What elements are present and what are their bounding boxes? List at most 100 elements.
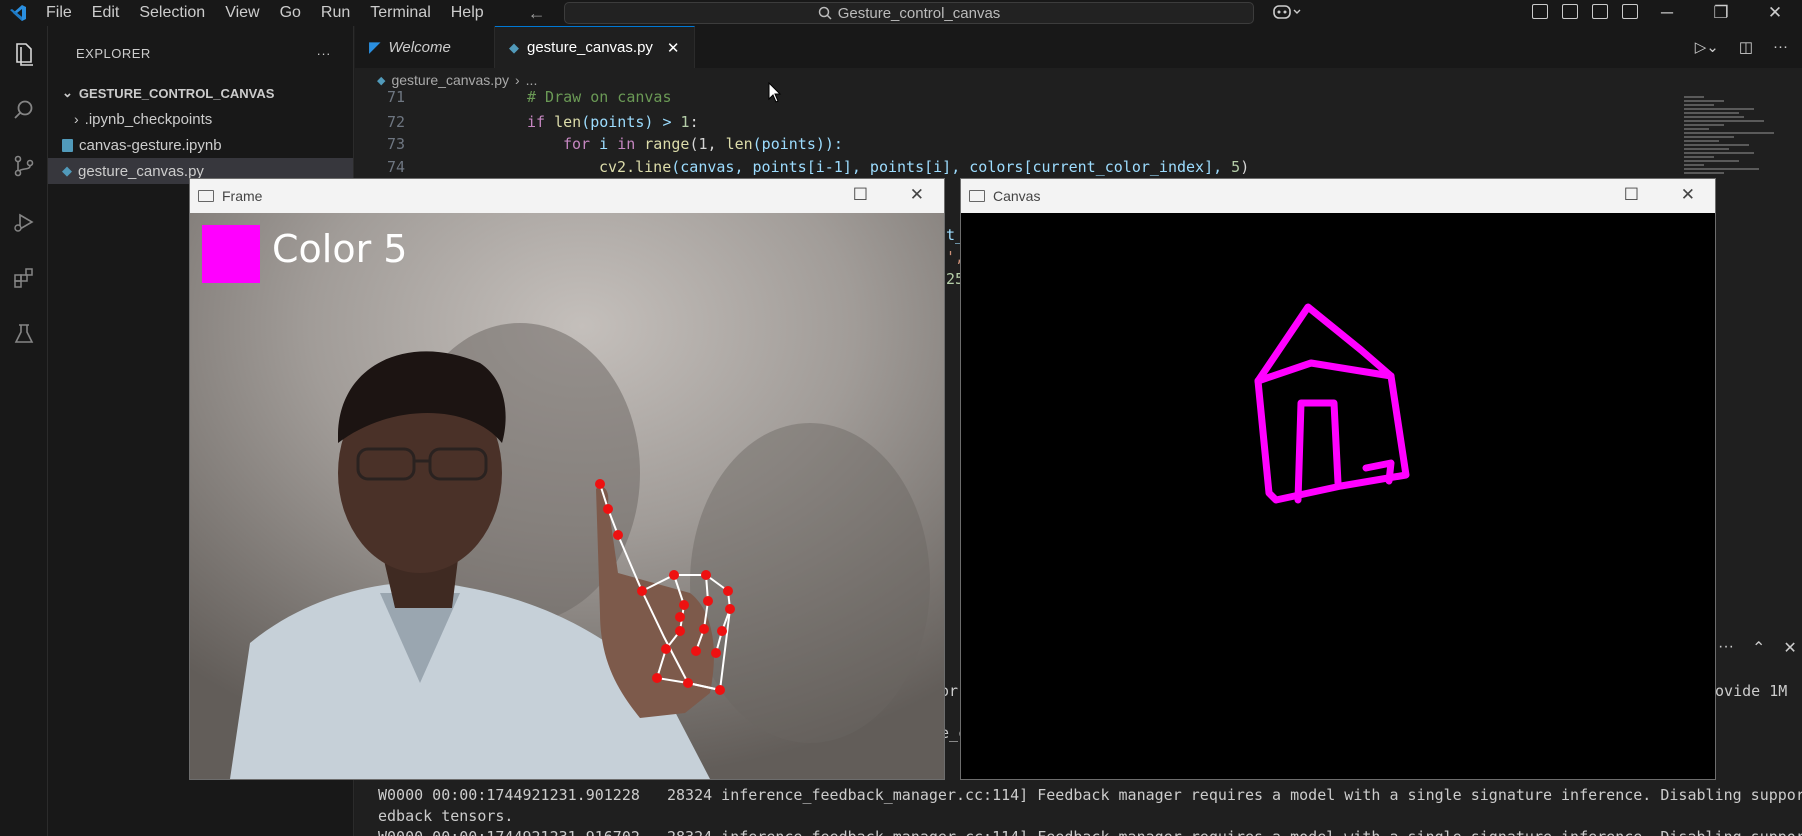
menu-view[interactable]: View bbox=[215, 4, 269, 22]
menu-run[interactable]: Run bbox=[311, 4, 360, 22]
tab-welcome[interactable]: ◤ Welcome bbox=[355, 26, 495, 68]
code-token: 1 bbox=[680, 113, 690, 131]
minimize-icon[interactable]: ─ bbox=[1640, 0, 1694, 26]
frame-window-titlebar[interactable]: Frame ☐ ✕ bbox=[190, 179, 944, 213]
code-line-73[interactable]: 73 for i in range (1, len (points)): bbox=[355, 133, 843, 155]
maximize-panel-icon[interactable]: ⌃ bbox=[1752, 638, 1765, 658]
code-token: (points)): bbox=[752, 135, 843, 153]
layout-controls bbox=[1532, 4, 1638, 19]
breadcrumb-separator: › bbox=[515, 72, 520, 88]
drawing-canvas[interactable] bbox=[961, 213, 1715, 779]
tab-gesture-canvas[interactable]: ◆ gesture_canvas.py ✕ bbox=[495, 26, 695, 68]
toggle-secondary-sidebar-icon[interactable] bbox=[1622, 4, 1638, 19]
more-actions-icon[interactable]: ··· bbox=[317, 46, 332, 61]
tree-item-label: gesture_canvas.py bbox=[78, 162, 204, 180]
canvas-window[interactable]: Canvas ☐ ✕ bbox=[960, 178, 1716, 780]
app-window-icon bbox=[969, 190, 985, 202]
frame-window[interactable]: Frame ☐ ✕ Color 5 bbox=[189, 178, 945, 780]
close-icon[interactable]: ✕ bbox=[1748, 0, 1802, 26]
editor-tabs: ◤ Welcome ◆ gesture_canvas.py ✕ ▷⌄ ◫ ··· bbox=[355, 26, 1802, 68]
more-actions-icon[interactable]: ··· bbox=[1718, 638, 1734, 658]
menu-file[interactable]: File bbox=[36, 4, 82, 22]
code-token: (points) > bbox=[581, 113, 681, 131]
frame-window-title: Frame bbox=[222, 188, 263, 204]
breadcrumb-rest[interactable]: ... bbox=[526, 72, 538, 88]
menu-terminal[interactable]: Terminal bbox=[360, 4, 440, 22]
maximize-icon[interactable]: ☐ bbox=[853, 185, 868, 205]
toggle-panel-icon[interactable] bbox=[1592, 4, 1608, 19]
split-editor-icon[interactable]: ◫ bbox=[1739, 38, 1753, 56]
code-token: for bbox=[563, 135, 591, 153]
code-token: range bbox=[644, 135, 690, 153]
explorer-header: EXPLORER ··· bbox=[48, 26, 353, 80]
webcam-scene bbox=[190, 213, 944, 779]
workspace-folder[interactable]: ⌄ GESTURE_CONTROL_CANVAS bbox=[48, 80, 353, 106]
editor-actions: ▷⌄ ◫ ··· bbox=[1695, 38, 1788, 56]
panel-controls: ··· ⌃ ✕ bbox=[1718, 638, 1797, 658]
menu-selection[interactable]: Selection bbox=[129, 4, 215, 22]
terminal-output-line: W0000 00:00:1744921231.916702 28324 infe… bbox=[378, 828, 1802, 836]
source-control-icon[interactable] bbox=[0, 138, 48, 194]
terminal-fragment: rovide 1M bbox=[1706, 682, 1788, 700]
more-actions-icon[interactable]: ··· bbox=[1773, 38, 1788, 56]
copilot-icon[interactable] bbox=[1272, 3, 1302, 25]
menu-edit[interactable]: Edit bbox=[82, 4, 130, 22]
menu-bar: File Edit Selection View Go Run Terminal… bbox=[36, 4, 494, 22]
code-token: ) bbox=[1240, 158, 1250, 176]
tree-item-canvas-gesture[interactable]: canvas-gesture.ipynb bbox=[48, 132, 353, 158]
search-icon[interactable] bbox=[0, 82, 48, 138]
close-panel-icon[interactable]: ✕ bbox=[1783, 638, 1796, 658]
extensions-icon[interactable] bbox=[0, 250, 48, 306]
code-token: (canvas, points[i-1], points[i], colors[… bbox=[671, 158, 1232, 176]
python-file-icon: ◆ bbox=[62, 163, 72, 178]
breadcrumb-file[interactable]: gesture_canvas.py bbox=[391, 72, 509, 88]
terminal-output-line: edback tensors. bbox=[378, 807, 514, 825]
code-token: len bbox=[725, 135, 753, 153]
activity-bar bbox=[0, 26, 48, 836]
color-swatch bbox=[202, 225, 260, 283]
explorer-icon[interactable] bbox=[0, 26, 48, 82]
tab-label: Welcome bbox=[388, 38, 451, 56]
color-label: Color 5 bbox=[272, 227, 408, 271]
code-token: : bbox=[689, 113, 699, 131]
vscode-logo-icon bbox=[0, 3, 36, 23]
title-bar: File Edit Selection View Go Run Terminal… bbox=[0, 0, 1802, 26]
toggle-primary-sidebar-icon[interactable] bbox=[1562, 4, 1578, 19]
notebook-file-icon bbox=[62, 138, 73, 152]
canvas-window-title: Canvas bbox=[993, 188, 1041, 204]
walls-stroke bbox=[1254, 372, 1410, 504]
maximize-icon[interactable]: ☐ bbox=[1624, 185, 1639, 205]
command-center-search[interactable]: Gesture_control_canvas bbox=[564, 2, 1254, 24]
tab-label: gesture_canvas.py bbox=[527, 39, 653, 56]
restore-icon[interactable]: ❐ bbox=[1694, 0, 1748, 26]
house-drawing bbox=[1254, 303, 1410, 504]
close-tab-icon[interactable]: ✕ bbox=[667, 39, 680, 57]
code-line-72[interactable]: 72 if len (points) > 1 : bbox=[355, 111, 699, 133]
breadcrumb: ◆ gesture_canvas.py › ... bbox=[355, 68, 1802, 92]
python-file-icon: ◆ bbox=[377, 74, 386, 87]
code-line-71[interactable]: 71 # Draw on canvas bbox=[355, 90, 672, 104]
code-comment: # Draw on canvas bbox=[527, 90, 672, 104]
line-number: 72 bbox=[386, 113, 405, 131]
customize-layout-icon[interactable] bbox=[1532, 4, 1548, 19]
run-debug-icon[interactable] bbox=[0, 194, 48, 250]
tree-item-label: .ipynb_checkpoints bbox=[84, 110, 213, 128]
testing-icon[interactable] bbox=[0, 306, 48, 362]
code-line-74[interactable]: 74 cv2.line (canvas, points[i-1], points… bbox=[355, 156, 1249, 178]
chevron-down-icon: ⌄ bbox=[62, 85, 73, 100]
close-icon[interactable]: ✕ bbox=[910, 185, 924, 205]
menu-help[interactable]: Help bbox=[441, 4, 494, 22]
canvas-window-titlebar[interactable]: Canvas ☐ ✕ bbox=[961, 179, 1715, 213]
tree-item-ipynb-checkpoints[interactable]: › .ipynb_checkpoints bbox=[48, 106, 353, 132]
search-icon bbox=[818, 6, 832, 20]
webcam-feed: Color 5 bbox=[190, 213, 944, 779]
terminal-output-line: W0000 00:00:1744921231.901228 28324 infe… bbox=[378, 786, 1802, 804]
menu-go[interactable]: Go bbox=[270, 4, 311, 22]
close-icon[interactable]: ✕ bbox=[1681, 185, 1695, 205]
code-token: i bbox=[590, 135, 618, 153]
folder-label: GESTURE_CONTROL_CANVAS bbox=[78, 85, 275, 101]
search-text: Gesture_control_canvas bbox=[837, 4, 1001, 22]
line-number: 73 bbox=[386, 135, 405, 153]
back-arrow-icon[interactable]: ← bbox=[528, 3, 546, 24]
run-python-file-icon[interactable]: ▷⌄ bbox=[1695, 38, 1719, 56]
